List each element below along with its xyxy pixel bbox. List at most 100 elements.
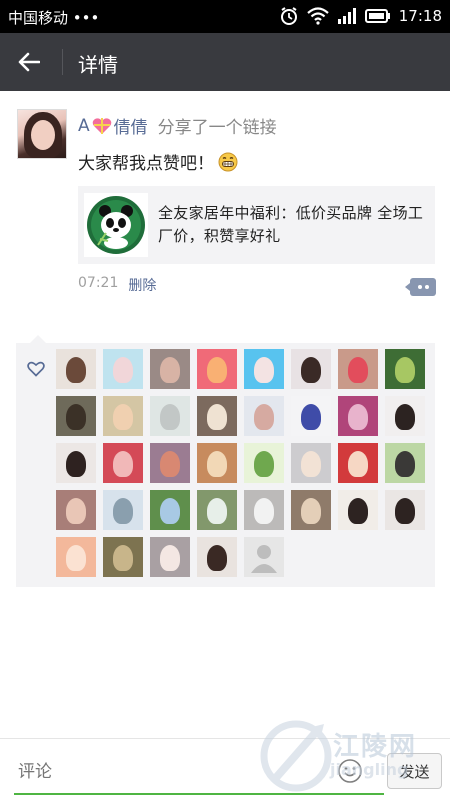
avatar-figure [254, 451, 274, 477]
avatar-figure [301, 404, 321, 430]
liker-avatar[interactable] [56, 537, 96, 577]
dot-icon [424, 285, 429, 289]
avatar-figure [66, 498, 86, 524]
input-underline [14, 793, 384, 795]
avatar-figure [66, 357, 86, 383]
liker-avatar[interactable] [56, 490, 96, 530]
avatar-figure [207, 498, 227, 524]
liker-avatar[interactable] [150, 490, 190, 530]
default-user-icon[interactable] [244, 537, 284, 577]
comment-input[interactable] [18, 759, 318, 785]
liker-avatar[interactable] [244, 396, 284, 436]
avatar-figure [348, 498, 368, 524]
comment-menu-button[interactable] [405, 278, 436, 296]
liker-avatar[interactable] [103, 443, 143, 483]
liker-avatar[interactable] [244, 349, 284, 389]
avatar-figure [113, 451, 133, 477]
link-thumbnail [84, 193, 148, 257]
avatar-figure [301, 357, 321, 383]
avatar-figure [207, 545, 227, 571]
avatar-figure [301, 498, 321, 524]
liker-avatar[interactable] [197, 490, 237, 530]
avatar-figure [348, 404, 368, 430]
back-button[interactable] [8, 42, 50, 82]
liker-avatar[interactable] [338, 443, 378, 483]
liker-avatar[interactable] [385, 396, 425, 436]
avatar-figure [207, 357, 227, 383]
liker-avatar[interactable] [103, 396, 143, 436]
avatar-figure [160, 498, 180, 524]
liker-avatar[interactable] [150, 349, 190, 389]
avatar-figure [348, 451, 368, 477]
avatar-figure [66, 545, 86, 571]
avatar-figure [254, 357, 274, 383]
title-bar: 详情 [0, 33, 450, 91]
post-message-text: 大家帮我点赞吧！ [78, 154, 214, 174]
status-icons: 17:18 [279, 6, 442, 26]
avatar-figure [113, 357, 133, 383]
avatar-figure [113, 545, 133, 571]
avatar-figure [301, 451, 321, 477]
title-divider [62, 49, 63, 75]
liker-avatar[interactable] [244, 443, 284, 483]
shared-link-card[interactable]: 全友家居年中福利：低价买品牌 全场工厂价，积赞享好礼 [78, 186, 435, 264]
avatar-figure [254, 404, 274, 430]
share-action-text: 分享了一个链接 [157, 118, 277, 138]
liker-avatar[interactable] [385, 443, 425, 483]
liker-avatar[interactable] [197, 443, 237, 483]
post-message: 大家帮我点赞吧！ [78, 149, 238, 174]
comment-bar: 发送 [0, 738, 450, 800]
liker-avatar[interactable] [291, 490, 331, 530]
liker-avatar[interactable] [244, 490, 284, 530]
liker-avatar[interactable] [56, 349, 96, 389]
liker-avatar[interactable] [103, 349, 143, 389]
liker-avatar[interactable] [338, 396, 378, 436]
liker-avatar[interactable] [291, 349, 331, 389]
send-button[interactable]: 发送 [387, 753, 442, 789]
author-row: A 倩倩 分享了一个链接 [78, 113, 277, 139]
heart-outline-icon [27, 361, 45, 377]
avatar-figure [254, 498, 274, 524]
panda-icon [87, 196, 145, 254]
avatar-figure [160, 357, 180, 383]
liker-avatar[interactable] [103, 490, 143, 530]
liker-avatar[interactable] [56, 396, 96, 436]
avatar-figure [395, 498, 415, 524]
liker-avatar[interactable] [197, 537, 237, 577]
liker-avatar[interactable] [291, 443, 331, 483]
arrow-left-icon [18, 52, 40, 72]
avatar-face [31, 120, 55, 150]
status-bar: 中国移动 ••• 17:18 [0, 0, 450, 33]
author-name[interactable]: 倩倩 [114, 113, 148, 138]
page-title: 详情 [78, 53, 118, 77]
liker-avatar[interactable] [385, 349, 425, 389]
liker-avatar[interactable] [291, 396, 331, 436]
smiley-face-icon[interactable] [337, 758, 363, 784]
liker-avatar[interactable] [150, 537, 190, 577]
liker-avatar[interactable] [197, 396, 237, 436]
liker-avatar[interactable] [338, 490, 378, 530]
battery-icon [364, 9, 390, 23]
post-meta: 07:21 删除 [78, 275, 156, 295]
dot-icon [417, 285, 422, 289]
avatar-figure [207, 404, 227, 430]
liker-avatar[interactable] [197, 349, 237, 389]
liker-avatar[interactable] [338, 349, 378, 389]
author-avatar[interactable] [17, 109, 67, 159]
liker-avatar[interactable] [150, 396, 190, 436]
liker-avatar[interactable] [385, 490, 425, 530]
author-name-prefix[interactable]: A [78, 116, 90, 136]
wifi-icon [307, 7, 329, 25]
avatar-figure [113, 404, 133, 430]
avatar-figure [207, 451, 227, 477]
signal-icon [337, 8, 356, 24]
delete-link[interactable]: 删除 [128, 275, 156, 295]
avatar-figure [160, 451, 180, 477]
liker-avatar[interactable] [150, 443, 190, 483]
alarm-icon [280, 7, 297, 25]
avatar-figure [395, 357, 415, 383]
clock: 17:18 [398, 7, 442, 25]
liker-avatar[interactable] [103, 537, 143, 577]
liker-avatar[interactable] [56, 443, 96, 483]
avatar-figure [395, 404, 415, 430]
